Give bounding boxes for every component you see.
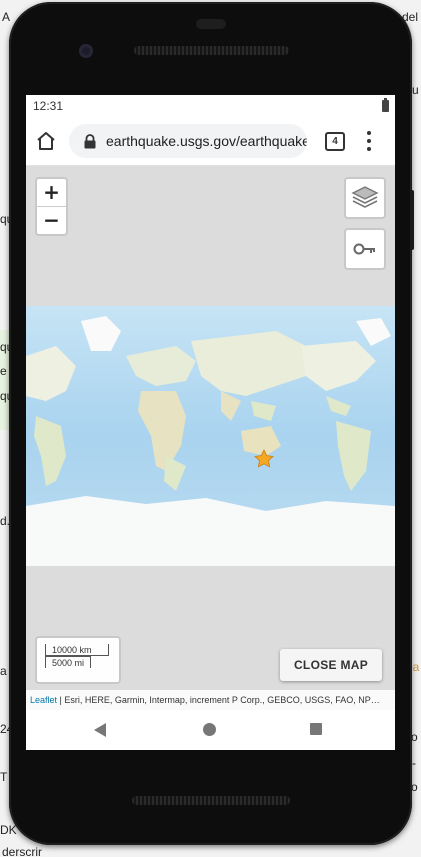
top-speaker <box>134 46 289 55</box>
back-icon[interactable] <box>93 722 107 738</box>
key-icon <box>353 243 375 255</box>
battery-icon <box>382 98 389 112</box>
leaflet-link[interactable]: Leaflet <box>30 695 57 705</box>
url-text: earthquake.usgs.gov/earthquake <box>106 133 307 149</box>
map-attribution: Leaflet | Esri, HERE, Garmin, Intermap, … <box>26 690 395 710</box>
status-bar: 12:31 <box>26 95 395 117</box>
layers-icon <box>351 186 379 208</box>
overflow-menu-icon[interactable] <box>362 130 376 152</box>
bg-fragment: T <box>0 770 8 784</box>
scale-km-label: 10000 km <box>45 644 109 656</box>
world-map[interactable] <box>26 306 395 566</box>
bg-fragment: o <box>411 730 418 744</box>
lock-icon <box>84 134 96 149</box>
bg-fragment: u <box>412 83 419 97</box>
home-nav-icon[interactable] <box>203 723 216 736</box>
status-time: 12:31 <box>33 99 64 113</box>
bg-fragment: derscrir <box>2 845 43 857</box>
zoom-in-button[interactable]: + <box>37 179 66 206</box>
scale-mi-label: 5000 mi <box>45 656 91 668</box>
bg-fragment: a <box>0 664 7 678</box>
zoom-out-button[interactable]: − <box>37 207 66 234</box>
attribution-text: | Esri, HERE, Garmin, Intermap, incremen… <box>57 695 380 705</box>
recents-icon[interactable] <box>310 723 322 735</box>
legend-button[interactable] <box>344 228 386 270</box>
scale-bar: 10000 km 5000 mi <box>35 636 121 684</box>
bg-fragment: o <box>411 780 418 794</box>
browser-toolbar: earthquake.usgs.gov/earthquake 4 <box>26 117 395 166</box>
bg-fragment: A <box>2 10 11 24</box>
address-bar[interactable]: earthquake.usgs.gov/earthquake <box>69 124 307 158</box>
android-nav-bar <box>26 710 395 750</box>
close-map-button[interactable]: CLOSE MAP <box>280 649 382 681</box>
home-icon[interactable] <box>34 129 58 153</box>
layers-button[interactable] <box>344 177 386 219</box>
earpiece <box>196 19 226 29</box>
camera-icon <box>79 44 93 58</box>
bg-fragment: DK <box>0 823 17 837</box>
bg-fragment: e <box>0 364 7 378</box>
bottom-speaker <box>132 796 290 805</box>
phone-screen: 12:31 earthquake.usgs.gov/earthquake 4 +… <box>26 95 395 750</box>
tab-switcher-icon[interactable]: 4 <box>325 132 345 151</box>
bg-fragment: - <box>412 756 416 770</box>
zoom-control: + − <box>35 177 68 236</box>
volume-button <box>410 190 414 250</box>
map-view[interactable]: + − 10000 km 5000 mi CLOSE MAP Leaflet |… <box>26 166 395 710</box>
